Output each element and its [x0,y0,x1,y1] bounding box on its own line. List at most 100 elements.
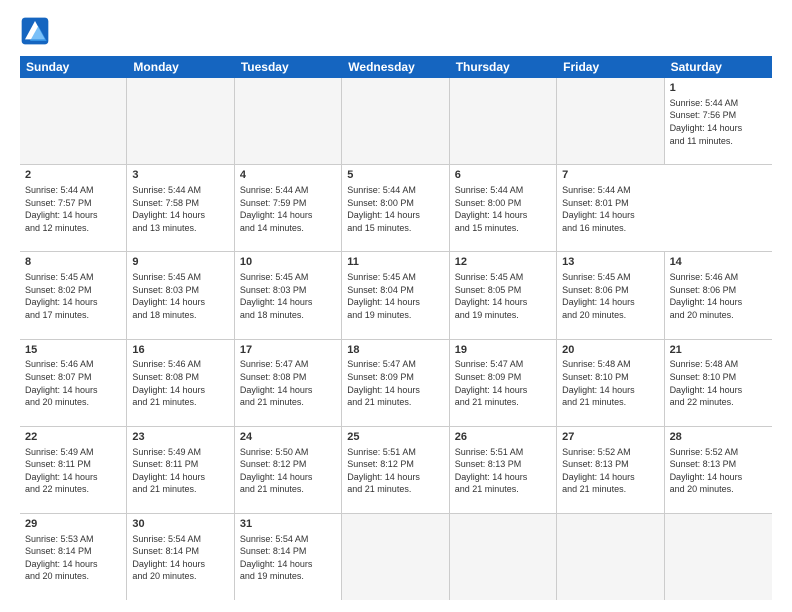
day-info: Sunrise: 5:44 AM Sunset: 8:01 PM Dayligh… [562,184,659,234]
day-info: Sunrise: 5:44 AM Sunset: 7:59 PM Dayligh… [240,184,336,234]
day-number: 2 [25,168,121,183]
calendar-cell: 2Sunrise: 5:44 AM Sunset: 7:57 PM Daylig… [20,165,127,251]
calendar-cell-empty [450,514,557,600]
day-number: 16 [132,343,228,358]
day-number: 21 [670,343,767,358]
day-number: 19 [455,343,551,358]
day-info: Sunrise: 5:49 AM Sunset: 8:11 PM Dayligh… [25,446,121,496]
calendar-cell: 6Sunrise: 5:44 AM Sunset: 8:00 PM Daylig… [450,165,557,251]
day-info: Sunrise: 5:52 AM Sunset: 8:13 PM Dayligh… [670,446,767,496]
day-info: Sunrise: 5:45 AM Sunset: 8:06 PM Dayligh… [562,271,658,321]
calendar-cell: 27Sunrise: 5:52 AM Sunset: 8:13 PM Dayli… [557,427,664,513]
day-number: 28 [670,430,767,445]
calendar-cell: 24Sunrise: 5:50 AM Sunset: 8:12 PM Dayli… [235,427,342,513]
calendar-cell: 4Sunrise: 5:44 AM Sunset: 7:59 PM Daylig… [235,165,342,251]
day-info: Sunrise: 5:53 AM Sunset: 8:14 PM Dayligh… [25,533,121,583]
day-info: Sunrise: 5:46 AM Sunset: 8:06 PM Dayligh… [670,271,767,321]
day-info: Sunrise: 5:47 AM Sunset: 8:09 PM Dayligh… [455,358,551,408]
calendar-cell: 31Sunrise: 5:54 AM Sunset: 8:14 PM Dayli… [235,514,342,600]
day-number: 8 [25,255,121,270]
calendar-header-cell: Tuesday [235,56,342,78]
calendar-cell: 17Sunrise: 5:47 AM Sunset: 8:08 PM Dayli… [235,340,342,426]
day-info: Sunrise: 5:45 AM Sunset: 8:05 PM Dayligh… [455,271,551,321]
day-info: Sunrise: 5:47 AM Sunset: 8:09 PM Dayligh… [347,358,443,408]
calendar-cell: 12Sunrise: 5:45 AM Sunset: 8:05 PM Dayli… [450,252,557,338]
calendar-cell-empty [450,78,557,164]
day-number: 24 [240,430,336,445]
day-info: Sunrise: 5:46 AM Sunset: 8:08 PM Dayligh… [132,358,228,408]
calendar-header-cell: Thursday [450,56,557,78]
day-info: Sunrise: 5:51 AM Sunset: 8:12 PM Dayligh… [347,446,443,496]
day-number: 30 [132,517,228,532]
logo-icon [20,16,50,46]
calendar-cell: 22Sunrise: 5:49 AM Sunset: 8:11 PM Dayli… [20,427,127,513]
calendar-header-cell: Friday [557,56,664,78]
calendar-cell: 29Sunrise: 5:53 AM Sunset: 8:14 PM Dayli… [20,514,127,600]
calendar-cell-empty [665,514,772,600]
calendar-cell-empty [557,78,664,164]
day-number: 4 [240,168,336,183]
calendar-row: 1Sunrise: 5:44 AM Sunset: 7:56 PM Daylig… [20,78,772,165]
calendar-cell: 26Sunrise: 5:51 AM Sunset: 8:13 PM Dayli… [450,427,557,513]
day-number: 17 [240,343,336,358]
day-info: Sunrise: 5:48 AM Sunset: 8:10 PM Dayligh… [670,358,767,408]
calendar-header-cell: Saturday [665,56,772,78]
day-info: Sunrise: 5:50 AM Sunset: 8:12 PM Dayligh… [240,446,336,496]
day-info: Sunrise: 5:44 AM Sunset: 7:56 PM Dayligh… [670,97,767,147]
day-info: Sunrise: 5:46 AM Sunset: 8:07 PM Dayligh… [25,358,121,408]
day-number: 5 [347,168,443,183]
calendar-cell: 16Sunrise: 5:46 AM Sunset: 8:08 PM Dayli… [127,340,234,426]
calendar-row: 8Sunrise: 5:45 AM Sunset: 8:02 PM Daylig… [20,252,772,339]
day-number: 20 [562,343,658,358]
day-number: 6 [455,168,551,183]
calendar-cell: 15Sunrise: 5:46 AM Sunset: 8:07 PM Dayli… [20,340,127,426]
calendar-cell: 9Sunrise: 5:45 AM Sunset: 8:03 PM Daylig… [127,252,234,338]
day-number: 25 [347,430,443,445]
calendar-cell-empty [557,514,664,600]
day-number: 31 [240,517,336,532]
calendar-row: 22Sunrise: 5:49 AM Sunset: 8:11 PM Dayli… [20,427,772,514]
day-info: Sunrise: 5:45 AM Sunset: 8:04 PM Dayligh… [347,271,443,321]
calendar-row: 2Sunrise: 5:44 AM Sunset: 7:57 PM Daylig… [20,165,772,252]
calendar-row: 29Sunrise: 5:53 AM Sunset: 8:14 PM Dayli… [20,514,772,600]
day-number: 3 [132,168,228,183]
day-info: Sunrise: 5:49 AM Sunset: 8:11 PM Dayligh… [132,446,228,496]
day-info: Sunrise: 5:52 AM Sunset: 8:13 PM Dayligh… [562,446,658,496]
calendar-cell: 8Sunrise: 5:45 AM Sunset: 8:02 PM Daylig… [20,252,127,338]
calendar-body: 1Sunrise: 5:44 AM Sunset: 7:56 PM Daylig… [20,78,772,600]
calendar-cell: 30Sunrise: 5:54 AM Sunset: 8:14 PM Dayli… [127,514,234,600]
calendar-cell: 28Sunrise: 5:52 AM Sunset: 8:13 PM Dayli… [665,427,772,513]
day-number: 15 [25,343,121,358]
day-number: 10 [240,255,336,270]
day-info: Sunrise: 5:44 AM Sunset: 7:57 PM Dayligh… [25,184,121,234]
day-info: Sunrise: 5:54 AM Sunset: 8:14 PM Dayligh… [240,533,336,583]
day-number: 18 [347,343,443,358]
day-number: 9 [132,255,228,270]
day-number: 23 [132,430,228,445]
calendar-cell: 5Sunrise: 5:44 AM Sunset: 8:00 PM Daylig… [342,165,449,251]
calendar-header-cell: Sunday [20,56,127,78]
day-info: Sunrise: 5:45 AM Sunset: 8:03 PM Dayligh… [132,271,228,321]
calendar-cell-empty [342,514,449,600]
day-info: Sunrise: 5:54 AM Sunset: 8:14 PM Dayligh… [132,533,228,583]
calendar-cell: 20Sunrise: 5:48 AM Sunset: 8:10 PM Dayli… [557,340,664,426]
day-info: Sunrise: 5:45 AM Sunset: 8:03 PM Dayligh… [240,271,336,321]
calendar-cell: 23Sunrise: 5:49 AM Sunset: 8:11 PM Dayli… [127,427,234,513]
calendar-cell: 3Sunrise: 5:44 AM Sunset: 7:58 PM Daylig… [127,165,234,251]
day-number: 22 [25,430,121,445]
day-info: Sunrise: 5:45 AM Sunset: 8:02 PM Dayligh… [25,271,121,321]
logo [20,16,54,46]
calendar-cell: 14Sunrise: 5:46 AM Sunset: 8:06 PM Dayli… [665,252,772,338]
day-info: Sunrise: 5:51 AM Sunset: 8:13 PM Dayligh… [455,446,551,496]
calendar-header-cell: Monday [127,56,234,78]
calendar-cell: 19Sunrise: 5:47 AM Sunset: 8:09 PM Dayli… [450,340,557,426]
day-info: Sunrise: 5:44 AM Sunset: 8:00 PM Dayligh… [455,184,551,234]
calendar-cell: 18Sunrise: 5:47 AM Sunset: 8:09 PM Dayli… [342,340,449,426]
calendar-cell: 25Sunrise: 5:51 AM Sunset: 8:12 PM Dayli… [342,427,449,513]
day-number: 11 [347,255,443,270]
day-number: 14 [670,255,767,270]
calendar-cell: 7Sunrise: 5:44 AM Sunset: 8:01 PM Daylig… [557,165,664,251]
day-number: 1 [670,81,767,96]
day-info: Sunrise: 5:44 AM Sunset: 7:58 PM Dayligh… [132,184,228,234]
calendar-cell: 11Sunrise: 5:45 AM Sunset: 8:04 PM Dayli… [342,252,449,338]
